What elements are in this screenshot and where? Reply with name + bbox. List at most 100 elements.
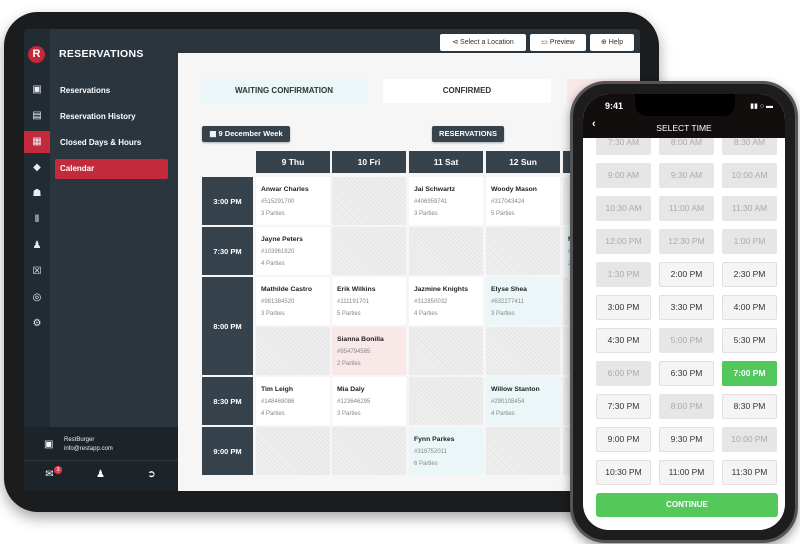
empty-slot xyxy=(332,427,406,475)
sidebar-item-closed-days-hours[interactable]: Closed Days & Hours xyxy=(59,133,169,153)
reservation-parties: 6 Parties xyxy=(414,461,438,467)
time-slot-9-30-pm[interactable]: 9:30 PM xyxy=(659,427,714,452)
time-slot-8-30-pm[interactable]: 8:30 PM xyxy=(722,394,777,419)
user-icon[interactable]: ♟ xyxy=(24,235,50,257)
reservation-card[interactable]: Sianna Bonilla #954794585 2 Parties xyxy=(332,327,406,375)
time-slot-5-30-pm[interactable]: 5:30 PM xyxy=(722,328,777,353)
logout-button[interactable]: ➲ xyxy=(126,465,177,485)
time-slot-2-30-pm[interactable]: 2:30 PM xyxy=(722,262,777,287)
gift-icon[interactable]: ☒ xyxy=(24,261,50,283)
day-header: 12 Sun xyxy=(486,151,560,173)
reservation-parties: 3 Parties xyxy=(261,311,285,317)
empty-slot xyxy=(332,177,406,225)
time-slot-7-00-pm[interactable]: 7:00 PM xyxy=(722,361,777,386)
notifications-button[interactable]: ✉ xyxy=(24,465,75,485)
phone-notch xyxy=(635,94,735,116)
time-slot-3-00-pm[interactable]: 3:00 PM xyxy=(596,295,651,320)
reservation-card[interactable]: Tim Leigh #148469086 4 Parties xyxy=(256,377,330,425)
reservation-id: #317043424 xyxy=(491,199,525,205)
tab-confirmed[interactable]: CONFIRMED xyxy=(383,79,551,103)
time-slot-11-00-pm[interactable]: 11:00 PM xyxy=(659,460,714,485)
reservation-name: Jai Schwartz xyxy=(414,186,456,193)
app-logo: R xyxy=(28,46,45,63)
help-button[interactable]: ⊕ Help xyxy=(590,34,634,51)
time-slot-5-00-pm: 5:00 PM xyxy=(659,328,714,353)
preview-button[interactable]: ▭ Preview xyxy=(530,34,586,51)
store-icon[interactable]: ▣ xyxy=(24,79,50,101)
reservation-id: #111191701 xyxy=(337,299,370,305)
store-icon: ▣ xyxy=(44,439,54,450)
reservation-card[interactable]: Elyse Shea #632277411 3 Parties xyxy=(486,277,560,325)
reservation-parties: 3 Parties xyxy=(261,211,285,217)
reservation-id: #318752011 xyxy=(414,449,447,455)
reservation-card[interactable]: Jayne Peters #103961820 4 Parties xyxy=(256,227,330,275)
tablet-device: R ▣ ▤ ▦ ◆ ☗ Ⅱ ♟ ☒ ◎ ⚙ RESERVATIONS Reservations Re… xyxy=(4,12,659,512)
chart-icon[interactable]: Ⅱ xyxy=(24,209,50,231)
tag-icon[interactable]: ◆ xyxy=(24,157,50,179)
reservation-parties: 3 Parties xyxy=(337,411,361,417)
week-picker-button[interactable]: ▦ 9 December Week xyxy=(202,126,290,142)
time-slot-6-30-pm[interactable]: 6:30 PM xyxy=(659,361,714,386)
time-slot-7-30-pm[interactable]: 7:30 PM xyxy=(596,394,651,419)
time-slot-4-00-pm[interactable]: 4:00 PM xyxy=(722,295,777,320)
sidebar-item-reservation-history[interactable]: Reservation History xyxy=(59,107,169,127)
sidebar-item-reservations[interactable]: Reservations xyxy=(59,81,169,101)
reservation-id: #103961820 xyxy=(261,249,295,255)
users-icon[interactable]: ☗ xyxy=(24,183,50,205)
time-slot-11-00-am: 11:00 AM xyxy=(659,196,714,221)
empty-slot xyxy=(486,427,560,475)
time-slot-10-00-pm: 10:00 PM xyxy=(722,427,777,452)
reservation-card[interactable]: Mia Daly #123646295 3 Parties xyxy=(332,377,406,425)
account-footer: ▣ RestBurger info@restapp.com ✉ 3 ♟ ➲ xyxy=(24,427,178,491)
reservation-parties: 4 Parties xyxy=(261,261,285,267)
time-slot-9-30-am: 9:30 AM xyxy=(659,163,714,188)
signal-wifi-battery-icon: ▮▮ ○ ▬ xyxy=(750,103,773,110)
reservation-parties: 2 Parties xyxy=(337,361,361,367)
notification-badge: 3 xyxy=(54,466,62,474)
reservation-parties: 4 Parties xyxy=(261,411,285,417)
reservations-button[interactable]: RESERVATIONS xyxy=(432,126,504,142)
profile-button[interactable]: ♟ xyxy=(75,465,126,485)
time-slot-11-30-pm[interactable]: 11:30 PM xyxy=(722,460,777,485)
phone-device: 7:30 AM 8:00 AM 8:30 AM 9:00 AM 9:30 AM 10:00… xyxy=(570,81,798,543)
tab-waiting-confirmation[interactable]: WAITING CONFIRMATION xyxy=(201,79,367,103)
reservation-card[interactable]: Erik Wilkins #111191701 5 Parties xyxy=(332,277,406,325)
time-slot-2-00-pm[interactable]: 2:00 PM xyxy=(659,262,714,287)
reservation-id: #123646295 xyxy=(337,399,371,405)
sidebar-item-calendar[interactable]: Calendar xyxy=(55,159,168,179)
time-slot-9-00-pm[interactable]: 9:00 PM xyxy=(596,427,651,452)
screen-title: SELECT TIME xyxy=(656,123,712,133)
reservation-card[interactable]: Willow Stanton #290108454 4 Parties xyxy=(486,377,560,425)
time-slot-3-30-pm[interactable]: 3:30 PM xyxy=(659,295,714,320)
top-toolbar: ⊲ Select a Location ▭ Preview ⊕ Help xyxy=(178,29,640,53)
time-slot-10-30-pm[interactable]: 10:30 PM xyxy=(596,460,651,485)
time-slot-8-00-pm: 8:00 PM xyxy=(659,394,714,419)
reservation-card[interactable]: Anwar Charles #515291700 3 Parties xyxy=(256,177,330,225)
calendar-icon[interactable]: ▦ xyxy=(24,131,50,153)
coins-icon[interactable]: ◎ xyxy=(24,287,50,309)
time-slot-1-00-pm: 1:00 PM xyxy=(722,229,777,254)
time-slot-label: 3:00 PM xyxy=(202,177,253,225)
reservation-card[interactable]: Jazmine Knights #312850032 4 Parties xyxy=(409,277,483,325)
select-location-button[interactable]: ⊲ Select a Location xyxy=(440,34,526,51)
reservation-id: #515291700 xyxy=(261,199,295,205)
gear-icon[interactable]: ⚙ xyxy=(24,313,50,335)
time-slot-9-00-am: 9:00 AM xyxy=(596,163,651,188)
lifebuoy-icon: ⊕ xyxy=(600,39,609,46)
reservation-card[interactable]: Jai Schwartz #406959741 3 Parties xyxy=(409,177,483,225)
divider xyxy=(24,460,178,461)
reservation-name: Jayne Peters xyxy=(261,236,303,243)
tablet-screen: R ▣ ▤ ▦ ◆ ☗ Ⅱ ♟ ☒ ◎ ⚙ RESERVATIONS Reservations Re… xyxy=(24,29,640,491)
continue-button[interactable]: CONTINUE xyxy=(596,493,778,517)
time-slot-4-30-pm[interactable]: 4:30 PM xyxy=(596,328,651,353)
day-header: 10 Fri xyxy=(332,151,406,173)
time-slot-10-00-am: 10:00 AM xyxy=(722,163,777,188)
time-slot-label: 8:00 PM xyxy=(202,277,253,375)
time-slot-label: 9:00 PM xyxy=(202,427,253,475)
reservation-name: Mathilde Castro xyxy=(261,286,312,293)
document-icon[interactable]: ▤ xyxy=(24,105,50,127)
reservation-card[interactable]: Woody Mason #317043424 5 Parties xyxy=(486,177,560,225)
reservation-card[interactable]: Mathilde Castro #981384520 3 Parties xyxy=(256,277,330,325)
reservation-card[interactable]: Fynn Parkes #318752011 6 Parties xyxy=(409,427,483,475)
time-slot-1-30-pm: 1:30 PM xyxy=(596,262,651,287)
